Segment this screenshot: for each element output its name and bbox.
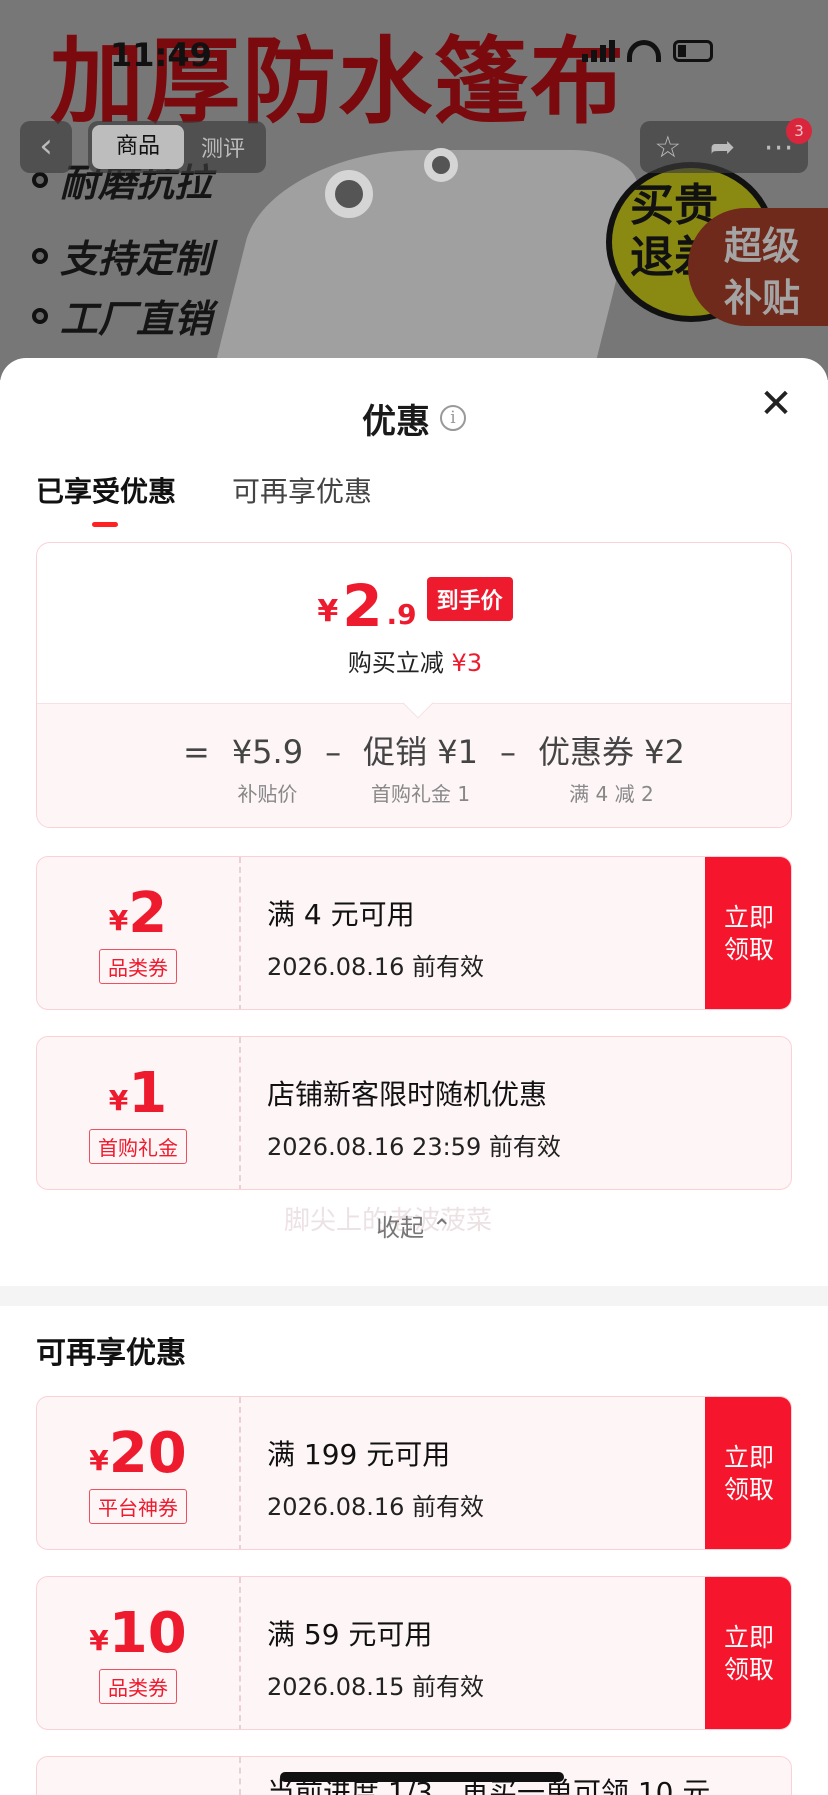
coupon-type: 品类券 [99, 1668, 177, 1704]
status-time: 11:49 [110, 36, 212, 74]
top-actions: ☆ ➦ ⋯ [640, 121, 808, 173]
coupon-card: ¥10 品类券 满 59 元可用 2026.08.15 前有效 立即 领取 [36, 1576, 792, 1730]
grommet-image [325, 170, 373, 218]
claim-button[interactable]: 立即 领取 [705, 1577, 791, 1729]
minus-sign: – [499, 733, 516, 771]
price-formula: = ¥5.9 补贴价 – 促销 ¥1 首购礼金 1 – 优惠券 ¥2 满 4 减… [37, 687, 791, 827]
coupon-card: ¥2 品类券 满 4 元可用 2026.08.16 前有效 立即 领取 [36, 856, 792, 1010]
close-icon: ✕ [759, 381, 793, 427]
minus-sign: – [325, 733, 342, 771]
wifi-icon [627, 40, 661, 62]
final-price: ¥ 2 .9 到手价 [37, 577, 791, 635]
coupon-card: ¥20 平台神券 满 199 元可用 2026.08.16 前有效 立即 领取 [36, 1396, 792, 1550]
price-summary-card: ¥ 2 .9 到手价 购买立减 ¥3 = ¥5.9 补贴价 – 促销 ¥1 首购… [36, 542, 792, 828]
discount-tabs: 已享受优惠 可再享优惠 [36, 470, 372, 527]
coupon-condition: 满 59 元可用 [267, 1618, 433, 1651]
bullet-dot-icon [32, 307, 48, 324]
product-tabs: 商品 测评 [88, 121, 266, 173]
tarp-image [211, 150, 649, 380]
coupon-card: ¥1 首购礼金 店铺新客限时随机优惠 2026.08.16 23:59 前有效 [36, 1036, 792, 1190]
coupon-condition: 店铺新客限时随机优惠 [267, 1078, 548, 1111]
discount-sheet: 优惠 i ✕ 已享受优惠 可再享优惠 ¥ 2 .9 到手价 购买立减 ¥3 = [0, 358, 828, 1795]
coupon-type: 平台神券 [89, 1488, 187, 1524]
claim-button[interactable]: 立即 领取 [705, 1397, 791, 1549]
star-icon[interactable]: ☆ [654, 130, 681, 165]
grommet-image-2 [424, 148, 458, 182]
status-icons [582, 40, 713, 62]
tab-more[interactable]: 可再享优惠 [232, 470, 372, 510]
chevron-up-icon: ⌃ [431, 1214, 452, 1242]
final-price-badge: 到手价 [426, 577, 513, 621]
coupon-validity: 2026.08.16 前有效 [267, 953, 485, 981]
bullet-dot-icon [32, 171, 48, 188]
super-subsidy-tag[interactable]: 超级 补贴 [688, 208, 828, 326]
formula-item: 优惠券 ¥2 满 4 减 2 [537, 733, 685, 806]
close-button[interactable]: ✕ [756, 384, 796, 424]
sheet-title: 优惠 [362, 401, 430, 442]
product-background: 加厚防水篷布 耐磨抗拉 支持定制 工厂直销 买贵 退差 超级 补贴 11:49 … [0, 0, 828, 380]
formula-item: 促销 ¥1 首购礼金 1 [363, 733, 478, 806]
sheet-header: 优惠 i [0, 392, 828, 444]
coupon-validity: 2026.08.15 前有效 [267, 1673, 485, 1701]
equals-sign: = [183, 733, 210, 771]
tab-product[interactable]: 商品 [92, 125, 184, 169]
coupon-condition: 满 4 元可用 [267, 898, 415, 931]
home-indicator[interactable] [280, 1772, 564, 1782]
bullet-dot-icon [32, 247, 48, 264]
coupon-validity: 2026.08.16 前有效 [267, 1493, 485, 1521]
notification-badge: 3 [786, 118, 812, 144]
product-bullet: 工厂直销 [32, 288, 212, 343]
coupon-type: 首购礼金 [89, 1128, 187, 1164]
back-button[interactable]: ‹ [20, 121, 72, 173]
signal-icon [582, 40, 615, 62]
coupon-amount: ¥10 [89, 1600, 187, 1666]
coupon-amount: ¥20 [89, 1420, 187, 1486]
battery-icon [673, 40, 713, 62]
coupon-condition: 满 199 元可用 [267, 1438, 451, 1471]
chevron-left-icon: ‹ [39, 126, 53, 166]
coupon-amount: ¥2 [108, 880, 168, 946]
product-bullet: 支持定制 [32, 228, 212, 283]
section-title-more: 可再享优惠 [36, 1336, 186, 1371]
section-divider [0, 1286, 828, 1306]
coupon-type: 品类券 [99, 948, 177, 984]
share-icon[interactable]: ➦ [710, 130, 735, 165]
coupon-validity: 2026.08.16 23:59 前有效 [267, 1133, 561, 1161]
info-icon[interactable]: i [440, 405, 466, 431]
tab-review[interactable]: 测评 [184, 131, 262, 163]
claim-button[interactable]: 立即 领取 [705, 857, 791, 1009]
tab-enjoyed[interactable]: 已享受优惠 [36, 470, 176, 527]
coupon-amount: ¥1 [108, 1060, 168, 1126]
instant-reduction: 购买立减 ¥3 [347, 649, 483, 677]
collapse-toggle[interactable]: 收起 ⌃ [0, 1208, 828, 1243]
formula-item: ¥5.9 补贴价 [231, 733, 304, 806]
